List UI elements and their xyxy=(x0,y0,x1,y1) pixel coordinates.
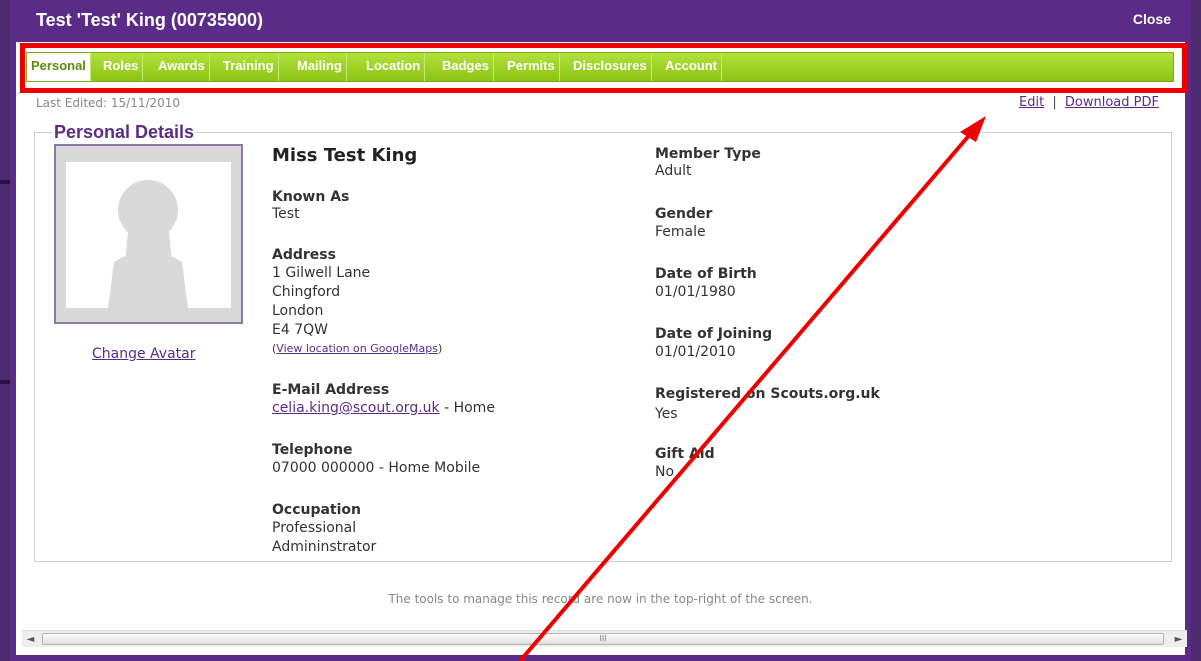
avatar xyxy=(54,144,243,324)
download-pdf-link[interactable]: Download PDF xyxy=(1065,95,1159,110)
footer-note: The tools to manage this record are now … xyxy=(388,592,813,606)
email-link[interactable]: celia.king@scout.org.uk xyxy=(272,400,440,416)
scroll-right-icon[interactable]: ► xyxy=(1170,631,1187,648)
scrollbar-thumb[interactable]: III xyxy=(42,633,1164,645)
telephone-label: Telephone xyxy=(272,442,353,458)
occupation-line: Admininstrator xyxy=(272,539,377,555)
email-label: E-Mail Address xyxy=(272,382,390,398)
edit-link[interactable]: Edit xyxy=(1019,95,1044,110)
date-of-birth-value: 01/01/1980 xyxy=(655,284,736,300)
backdrop-tick xyxy=(0,380,10,384)
address-value: 1 Gilwell Lane Chingford London E4 7QW xyxy=(272,264,370,340)
known-as-value: Test xyxy=(272,206,300,222)
person-silhouette-icon xyxy=(66,162,231,308)
change-avatar-link[interactable]: Change Avatar xyxy=(92,346,196,362)
telephone-value: 07000 000000 - Home Mobile xyxy=(272,460,481,476)
scroll-left-icon[interactable]: ◄ xyxy=(22,631,39,648)
address-line: Chingford xyxy=(272,284,341,300)
occupation-value: Professional Admininstrator xyxy=(272,519,376,557)
known-as-label: Known As xyxy=(272,189,350,205)
address-line: London xyxy=(272,303,324,319)
member-type-value: Adult xyxy=(655,163,692,179)
address-label: Address xyxy=(272,247,336,263)
close-button[interactable]: Close xyxy=(1133,11,1171,27)
member-record-dialog: Test 'Test' King (00735900) Close Person… xyxy=(10,0,1191,661)
date-of-joining-label: Date of Joining xyxy=(655,326,773,342)
email-type: - Home xyxy=(439,400,495,416)
address-line: E4 7QW xyxy=(272,322,328,338)
map-link-close-paren: ) xyxy=(437,342,443,355)
date-of-birth-label: Date of Birth xyxy=(655,266,757,282)
occupation-line: Professional xyxy=(272,520,357,536)
member-full-name: Miss Test King xyxy=(272,145,418,166)
registered-value: Yes xyxy=(655,406,678,422)
gift-aid-label: Gift Aid xyxy=(655,446,715,462)
record-actions: Edit | Download PDF xyxy=(1019,95,1159,110)
grip-icon: III xyxy=(599,634,607,643)
section-title: Personal Details xyxy=(52,122,197,143)
map-link-row: (View location on GoogleMaps) xyxy=(272,339,442,358)
gender-label: Gender xyxy=(655,206,713,222)
dialog-titlebar: Test 'Test' King (00735900) Close xyxy=(16,0,1185,42)
google-maps-link[interactable]: View location on GoogleMaps xyxy=(276,342,438,355)
dialog-title: Test 'Test' King (00735900) xyxy=(36,10,263,30)
last-edited-text: Last Edited: 15/11/2010 xyxy=(36,96,181,110)
backdrop-left xyxy=(0,0,10,661)
annotation-highlight-box xyxy=(20,43,1187,93)
backdrop-right xyxy=(1191,0,1201,661)
horizontal-scrollbar[interactable]: ◄ III ► xyxy=(22,630,1187,647)
actions-separator: | xyxy=(1052,95,1057,110)
backdrop-tick xyxy=(0,180,10,184)
email-value: celia.king@scout.org.uk - Home xyxy=(272,399,495,418)
registered-label: Registered on Scouts.org.uk xyxy=(655,386,880,402)
gender-value: Female xyxy=(655,224,706,240)
address-line: 1 Gilwell Lane xyxy=(272,265,371,281)
date-of-joining-value: 01/01/2010 xyxy=(655,344,736,360)
gift-aid-value: No xyxy=(655,464,675,480)
occupation-label: Occupation xyxy=(272,502,362,518)
member-type-label: Member Type xyxy=(655,146,761,162)
